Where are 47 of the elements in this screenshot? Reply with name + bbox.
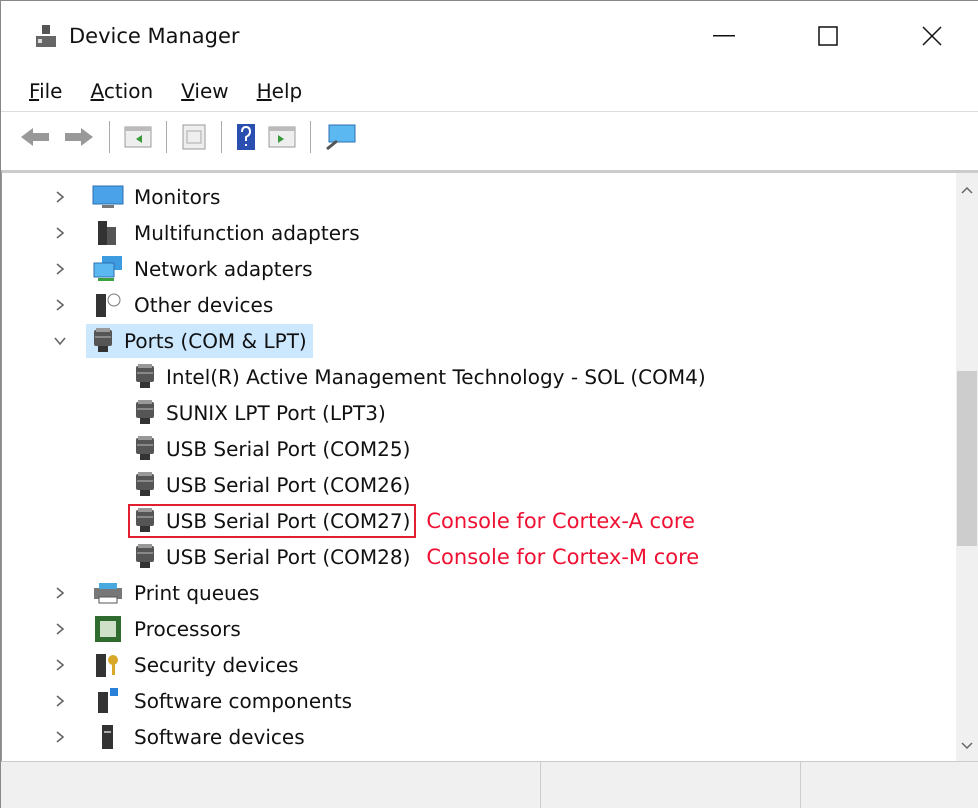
window-pane-icon [268, 125, 296, 149]
network-icon [92, 255, 124, 283]
port-icon [134, 471, 156, 499]
annotation-text: Console for Cortex-M core [426, 545, 700, 569]
monitor-icon [92, 183, 124, 211]
menu-item[interactable]: File [15, 73, 76, 109]
tree-item[interactable]: USB Serial Port (COM26) [128, 468, 416, 502]
annotation-text: Console for Cortex-A core [426, 509, 695, 533]
chip-icon [92, 615, 124, 643]
tree-item[interactable]: Security devices [86, 648, 305, 682]
tree-item[interactable]: Monitors [86, 180, 226, 214]
tree-item[interactable]: Software components [86, 684, 358, 718]
help-icon [236, 123, 256, 151]
window-title: Device Manager [69, 24, 241, 48]
scrollbar-thumb[interactable] [957, 371, 977, 546]
menu-item[interactable]: View [167, 73, 243, 109]
tree-item[interactable]: USB Serial Port (COM28) [128, 540, 416, 574]
tree-item[interactable]: Network adapters [86, 252, 319, 286]
maximize-icon [818, 26, 838, 46]
menu-item[interactable]: Help [242, 73, 316, 109]
tree-item[interactable]: Other devices [86, 288, 280, 322]
monitor-scan-icon [325, 123, 357, 151]
tree-item[interactable]: Intel(R) Active Management Technology - SOL (COM4) [128, 360, 712, 394]
tree-item[interactable]: Multifunction adapters [86, 216, 366, 250]
port-icon [134, 363, 156, 391]
help-button[interactable] [234, 121, 258, 153]
tree-item[interactable]: SUNIX LPT Port (LPT3) [128, 396, 392, 430]
tree-item[interactable]: Ports (COM & LPT) [86, 324, 313, 358]
window-pane-icon [124, 125, 152, 149]
port-icon [134, 399, 156, 427]
port-icon [92, 327, 114, 355]
highlighted-tree-item[interactable]: USB Serial Port (COM27) [128, 504, 416, 538]
close-icon [922, 26, 942, 46]
tree-item[interactable]: USB Serial Port (COM25) [128, 432, 416, 466]
minimize-icon [713, 35, 735, 37]
port-icon [134, 435, 156, 463]
device-manager-icon [35, 24, 57, 48]
tree-item[interactable]: Print queues [86, 576, 266, 610]
menu-item[interactable]: Action [76, 73, 168, 109]
tree-item[interactable]: Software devices [86, 720, 311, 754]
right-arrow-icon [63, 125, 95, 149]
port-icon [134, 543, 156, 571]
scrollbar[interactable] [956, 173, 978, 761]
document-icon [181, 123, 207, 151]
tree-item[interactable]: Processors [86, 612, 247, 646]
left-arrow-icon [19, 125, 51, 149]
port-icon [134, 507, 156, 535]
